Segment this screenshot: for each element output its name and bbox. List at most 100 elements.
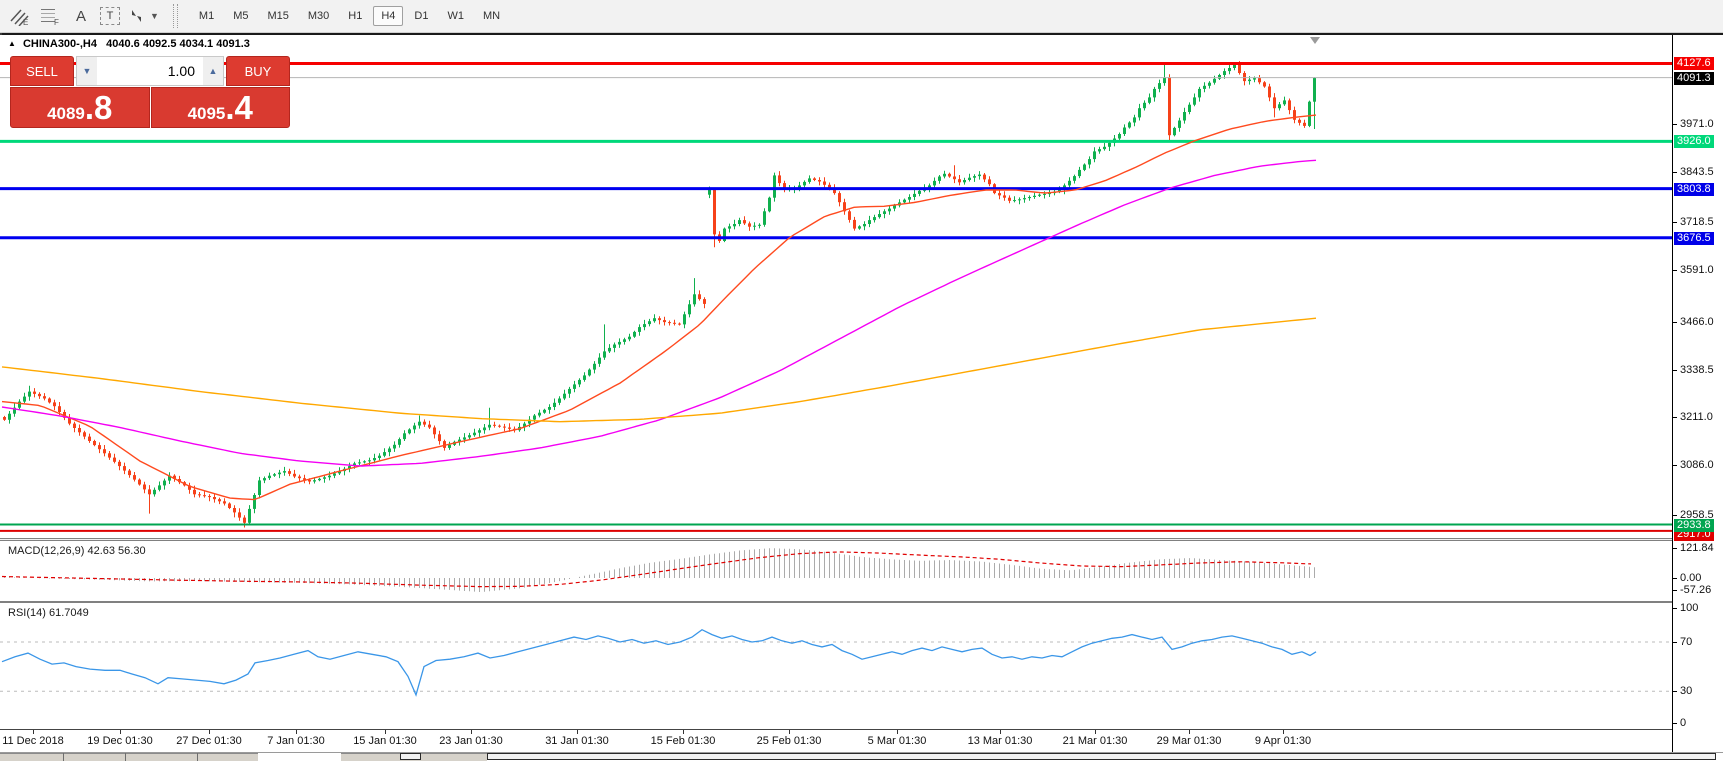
rsi-line (1, 628, 1317, 697)
price-axis-label: 3211.0 (1680, 411, 1713, 423)
axis-tick (1673, 723, 1677, 724)
background-windows-strip (0, 753, 1723, 761)
timeframe-button-mn[interactable]: MN (475, 6, 508, 26)
price-axis-label: 121.84 (1680, 542, 1714, 554)
time-axis-label: 11 Dec 2018 (2, 735, 64, 747)
ohlc-values: 4040.6 4092.5 4034.1 4091.3 (106, 38, 250, 50)
volume-up-button[interactable]: ▲ (203, 57, 223, 85)
rsi-chart (0, 628, 1672, 697)
price-badge: 2933.8 (1674, 519, 1714, 532)
time-tick (385, 730, 386, 734)
price-badge: 3803.8 (1674, 183, 1714, 196)
collapse-arrow-icon[interactable]: ▲ (8, 39, 16, 48)
time-axis-label: 19 Dec 01:30 (87, 735, 153, 747)
dropdown-caret-icon[interactable]: ▼ (150, 11, 159, 21)
rsi-label: RSI(14) 61.7049 (8, 607, 89, 619)
price-axis-label: 70 (1680, 636, 1693, 648)
axis-tick (1673, 608, 1677, 609)
buy-tab[interactable]: BUY (226, 56, 290, 86)
price-axis-label: 3086.0 (1680, 459, 1714, 471)
time-axis-label: 27 Dec 01:30 (176, 735, 242, 747)
axis-tick (1673, 590, 1677, 591)
timeframe-button-h4[interactable]: H4 (373, 6, 404, 26)
time-axis-label: 31 Jan 01:30 (545, 735, 609, 747)
volume-value[interactable]: 1.00 (97, 63, 203, 79)
time-axis-label: 21 Mar 01:30 (1062, 735, 1128, 747)
text-tool-icon[interactable]: A (69, 4, 93, 28)
axis-tick (1673, 322, 1677, 323)
timeframe-button-m1[interactable]: M1 (191, 6, 222, 26)
strip-divider (125, 753, 126, 761)
price-badge: 4091.3 (1674, 72, 1714, 85)
time-axis-label: 7 Jan 01:30 (267, 735, 325, 747)
strip-divider (63, 753, 64, 761)
time-tick (789, 730, 790, 734)
volume-spinner: ▼ 1.00 ▲ (76, 56, 224, 86)
time-axis-label: 5 Mar 01:30 (867, 735, 927, 747)
time-tick (1095, 730, 1096, 734)
time-tick (1189, 730, 1190, 734)
symbol-period-label: CHINA300-,H4 (22, 38, 97, 50)
time-axis[interactable]: 11 Dec 2018 19 Dec 01:30 27 Dec 01:30 7 Jan… (0, 730, 1672, 752)
axis-tick (1673, 417, 1677, 418)
axis-tick (1673, 691, 1677, 692)
buy-price-main: 4095 (187, 104, 226, 123)
sell-tab[interactable]: SELL (10, 56, 74, 86)
axis-tick (1673, 578, 1677, 579)
time-tick (296, 730, 297, 734)
channels-tool-icon[interactable]: E (7, 4, 31, 28)
sell-price-button[interactable]: 4089 .8 (10, 87, 150, 128)
axis-tick (1673, 515, 1677, 516)
timeframe-button-d1[interactable]: D1 (406, 6, 436, 26)
background-window-edge[interactable] (0, 753, 258, 761)
ma-fast (1, 114, 1317, 501)
chart-title: ▲ CHINA300-,H4 4040.6 4092.5 4034.1 4091… (8, 38, 250, 50)
time-axis-label: 29 Mar 01:30 (1156, 735, 1222, 747)
price-axis-label: 3591.0 (1680, 264, 1714, 276)
time-axis-label: 15 Feb 01:30 (650, 735, 716, 747)
price-badge: 4127.6 (1674, 57, 1714, 70)
volume-down-button[interactable]: ▼ (77, 57, 97, 85)
price-axis-label: 30 (1680, 685, 1693, 697)
rsi-pane[interactable] (0, 603, 1672, 729)
price-axis-label: 3843.5 (1680, 166, 1714, 178)
macd-pane[interactable] (0, 541, 1672, 601)
time-tick (120, 730, 121, 734)
time-tick (683, 730, 684, 734)
price-axis[interactable]: 4127.6 4091.3 3971.0 3926.0 3843.5 3803.8 3718… (1672, 35, 1723, 752)
strip-divider (197, 753, 198, 761)
svg-text:F: F (54, 18, 59, 26)
price-badge: 3676.5 (1674, 232, 1714, 245)
time-tick (1000, 730, 1001, 734)
axis-tick (1673, 124, 1677, 125)
time-tick (1283, 730, 1284, 734)
price-axis-label: 0 (1680, 717, 1687, 729)
timeframe-button-h1[interactable]: H1 (340, 6, 370, 26)
label-tool-icon[interactable]: T (100, 7, 120, 25)
toolbar: E F A T ▼ M1 M5 M15 M30 H1 H4 D1 W1 MN (0, 0, 1723, 33)
timeframe-button-m30[interactable]: M30 (300, 6, 337, 26)
axis-tick (1673, 270, 1677, 271)
macd-label: MACD(12,26,9) 42.63 56.30 (8, 545, 146, 557)
fibonacci-tool-icon[interactable]: F (38, 4, 62, 28)
one-click-trading-panel: SELL ▼ 1.00 ▲ BUY 4089 .8 4095 .4 (10, 56, 290, 128)
price-axis-label: 3338.5 (1680, 364, 1714, 376)
timeframe-button-w1[interactable]: W1 (439, 6, 472, 26)
time-tick (209, 730, 210, 734)
svg-text:E: E (23, 18, 28, 26)
chart-shift-marker-icon (1310, 37, 1320, 44)
arrows-tool-icon[interactable]: ▼ (127, 4, 159, 28)
background-window-edge[interactable] (400, 753, 421, 760)
axis-tick (1673, 548, 1677, 549)
price-axis-label: 3466.0 (1680, 316, 1714, 328)
time-axis-label: 25 Feb 01:30 (756, 735, 822, 747)
ma-slow (1, 317, 1317, 423)
axis-tick (1673, 172, 1677, 173)
timeframe-button-m15[interactable]: M15 (259, 6, 296, 26)
timeframe-button-m5[interactable]: M5 (225, 6, 256, 26)
ma-mid (1, 159, 1317, 467)
buy-price-button[interactable]: 4095 .4 (150, 87, 290, 128)
sell-price-frac: .8 (84, 89, 113, 126)
background-window-edge[interactable] (487, 753, 1716, 760)
sell-price-main: 4089 (47, 104, 85, 123)
